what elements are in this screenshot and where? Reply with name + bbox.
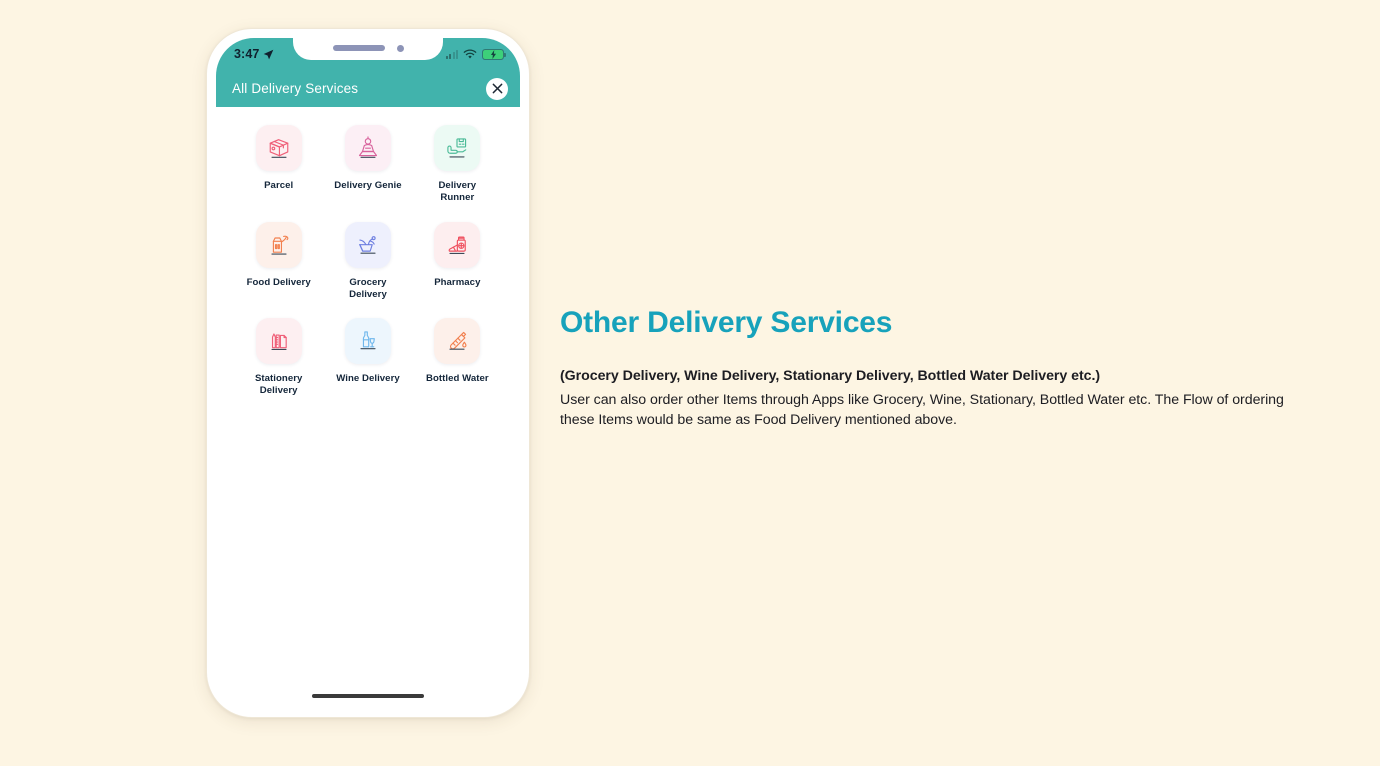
service-item-delivery-runner[interactable]: Delivery Runner <box>417 125 498 205</box>
page-root: 3:47 All Delivery Services Parcel Delive… <box>0 0 1380 766</box>
service-tile <box>255 221 302 268</box>
service-tile <box>434 125 481 171</box>
grocery-basket-icon <box>359 235 376 254</box>
service-tile <box>434 221 481 268</box>
service-label: Wine Delivery <box>336 373 400 385</box>
genie-lamp-icon <box>358 136 378 158</box>
battery-charging-icon <box>482 48 507 60</box>
status-bar-time-group: 3:47 <box>234 47 274 61</box>
food-bag-icon <box>271 235 289 255</box>
hand-package-icon <box>447 138 467 158</box>
notch-camera-icon <box>396 44 404 52</box>
service-item-bottled-water[interactable]: Bottled Water <box>417 318 498 398</box>
service-item-grocery-delivery[interactable]: Grocery Delivery <box>327 221 408 302</box>
service-label: Delivery Runner <box>438 180 477 204</box>
service-item-parcel[interactable]: Parcel <box>238 125 319 205</box>
service-tile <box>255 125 302 171</box>
phone-notch <box>293 38 443 60</box>
wine-bottle-icon <box>360 331 376 350</box>
location-arrow-icon <box>264 49 274 59</box>
wifi-icon <box>463 48 477 59</box>
service-label: Grocery Delivery <box>349 276 387 300</box>
services-grid: Parcel Delivery Genie Delivery Runner Fo… <box>238 125 498 398</box>
phone-screen: 3:47 All Delivery Services Parcel Delive… <box>216 38 520 708</box>
service-label: Stationery Delivery <box>254 373 303 397</box>
service-tile <box>344 125 391 171</box>
service-tile <box>434 318 481 365</box>
page-title: Other Delivery Services <box>560 306 893 339</box>
phone-mockup: 3:47 All Delivery Services Parcel Delive… <box>206 28 530 718</box>
services-grid-area: Parcel Delivery Genie Delivery Runner Fo… <box>216 107 520 708</box>
service-item-food-delivery[interactable]: Food Delivery <box>238 221 319 302</box>
water-bottle-icon <box>449 331 467 350</box>
stationery-icon <box>271 333 287 351</box>
service-label: Delivery Genie <box>334 180 402 191</box>
service-tile <box>344 318 391 365</box>
status-bar-time: 3:47 <box>234 47 260 61</box>
service-label: Pharmacy <box>434 276 481 288</box>
panel-body-text: User can also order other Items through … <box>560 391 1284 429</box>
service-item-wine-delivery[interactable]: Wine Delivery <box>327 318 408 398</box>
service-tile <box>255 318 302 365</box>
app-header-title: All Delivery Services <box>232 81 359 96</box>
service-item-pharmacy[interactable]: Pharmacy <box>417 221 498 302</box>
description-panel: Other Delivery Services (Grocery Deliver… <box>560 306 1300 431</box>
service-label: Parcel <box>264 180 294 191</box>
service-label: Food Delivery <box>246 276 311 288</box>
notch-speaker-icon <box>332 45 385 51</box>
service-item-stationery-delivery[interactable]: Stationery Delivery <box>238 318 319 398</box>
medicine-bottle-icon <box>448 236 467 254</box>
home-indicator[interactable] <box>312 693 424 698</box>
panel-subtitle: (Grocery Delivery, Wine Delivery, Statio… <box>560 368 1101 384</box>
app-header: All Delivery Services <box>216 70 520 107</box>
close-icon <box>492 83 502 94</box>
status-bar-icons <box>445 48 507 60</box>
service-label: Bottled Water <box>426 373 489 385</box>
service-tile <box>344 221 391 268</box>
cellular-signal-icon <box>445 49 458 59</box>
parcel-box-icon <box>269 139 288 158</box>
service-item-delivery-genie[interactable]: Delivery Genie <box>327 125 408 205</box>
close-button[interactable] <box>486 77 508 100</box>
status-bar: 3:47 <box>216 38 520 70</box>
